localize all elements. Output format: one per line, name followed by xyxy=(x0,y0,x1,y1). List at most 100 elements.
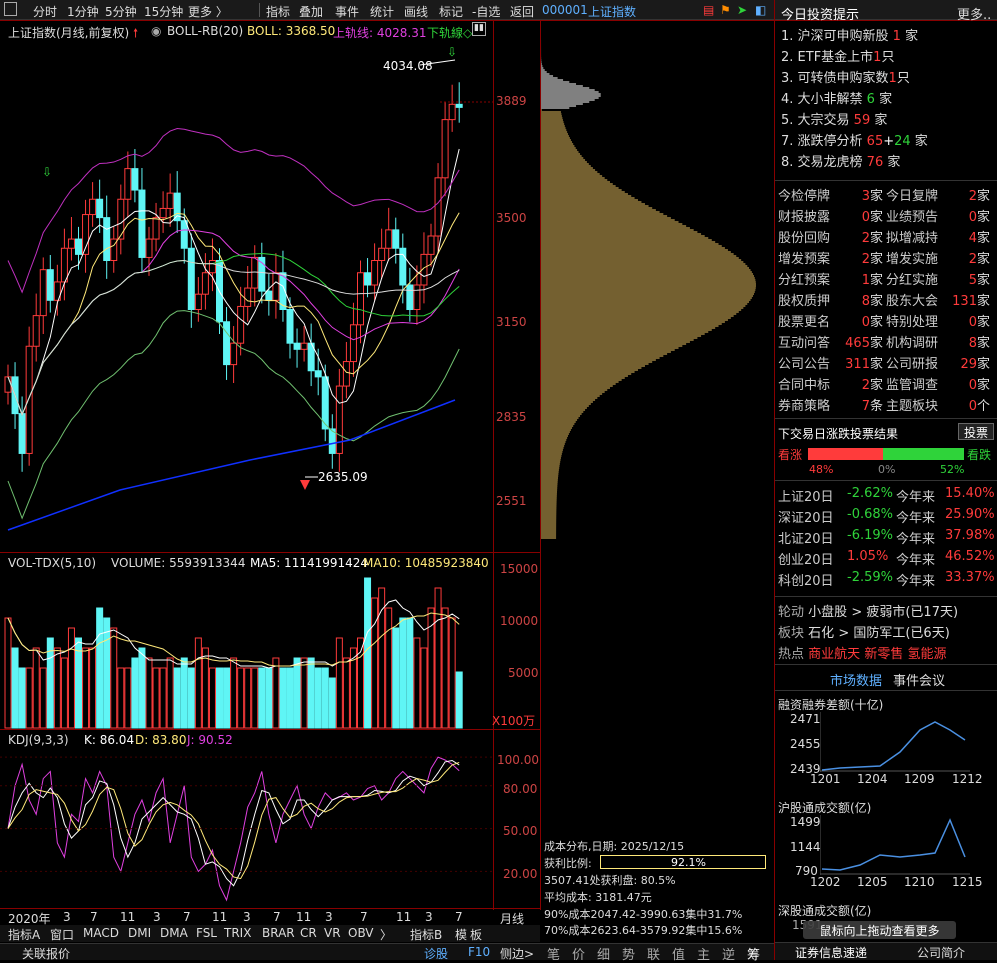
sector-to[interactable]: 国防军工(已6天) xyxy=(853,626,949,641)
event-label[interactable]: 业绩预告 xyxy=(886,206,938,225)
event-label[interactable]: 增发实施 xyxy=(886,248,938,267)
event-label[interactable]: 分红预案 xyxy=(778,269,830,288)
related-quotes[interactable]: 关联报价 xyxy=(22,945,70,962)
event-count[interactable]: 0个 xyxy=(940,395,990,414)
event-label[interactable]: 股权质押 xyxy=(778,290,830,309)
kdj-chart[interactable] xyxy=(0,730,493,908)
tab-more[interactable]: 更多 〉 xyxy=(188,3,228,20)
indicator-tab[interactable]: VR xyxy=(324,926,341,940)
indicator-tab[interactable]: TRIX xyxy=(224,926,251,940)
event-count[interactable]: 8家 xyxy=(833,290,883,309)
tip-item[interactable]: 3. 可转债申购家数1只 xyxy=(781,67,910,86)
indicator-tab[interactable]: FSL xyxy=(196,926,217,940)
event-label[interactable]: 今检停牌 xyxy=(778,185,830,204)
event-label[interactable]: 券商策略 xyxy=(778,395,830,414)
tab-intraday[interactable]: 分时 xyxy=(33,3,57,20)
event-label[interactable]: 增发预案 xyxy=(778,248,830,267)
event-count[interactable]: 131家 xyxy=(940,290,990,309)
event-label[interactable]: 合同中标 xyxy=(778,374,830,393)
indicator-tab[interactable]: DMA xyxy=(160,926,188,940)
side-tab[interactable]: 筹 xyxy=(747,944,760,963)
flag-icon[interactable]: ⚑ xyxy=(720,3,731,17)
event-count[interactable]: 5家 xyxy=(940,269,990,288)
tip-item[interactable]: 1. 沪深可申购新股 1 家 xyxy=(781,25,918,44)
indicator-tab[interactable]: 窗口 xyxy=(50,926,74,943)
f10-link[interactable]: F10 xyxy=(468,945,490,959)
side-tab[interactable]: 主 xyxy=(697,944,710,963)
tab-securities-news[interactable]: 证券信息速递 xyxy=(795,944,867,961)
event-count[interactable]: 465家 xyxy=(833,332,883,351)
tool-mark[interactable]: 标记 xyxy=(439,3,463,20)
event-label[interactable]: 公司公告 xyxy=(778,353,830,372)
tab-event-meeting[interactable]: 事件会议 xyxy=(893,670,945,689)
event-label[interactable]: 股票更名 xyxy=(778,311,830,330)
event-count[interactable]: 0家 xyxy=(940,206,990,225)
indicator-tab[interactable]: BRAR xyxy=(262,926,295,940)
event-count[interactable]: 0家 xyxy=(940,374,990,393)
indicator-tab[interactable]: 板 xyxy=(470,926,482,943)
side-tab[interactable]: 逆 xyxy=(722,944,735,963)
tip-item[interactable]: 8. 交易龙虎榜 76 家 xyxy=(781,151,900,170)
indicator-tab[interactable]: CR xyxy=(300,926,317,940)
event-count[interactable]: 0家 xyxy=(940,311,990,330)
hot-topic[interactable]: 氢能源 xyxy=(907,647,946,662)
event-label[interactable]: 今日复牌 xyxy=(886,185,938,204)
event-label[interactable]: 财报披露 xyxy=(778,206,830,225)
event-label[interactable]: 监管调查 xyxy=(886,374,938,393)
tip-item[interactable]: 4. 大小非解禁 6 家 xyxy=(781,88,892,107)
tab-company-profile[interactable]: 公司简介 xyxy=(917,944,965,961)
sector-from[interactable]: 石化 xyxy=(808,626,834,641)
event-label[interactable]: 分红实施 xyxy=(886,269,938,288)
tab-1min[interactable]: 1分钟 xyxy=(67,3,99,20)
event-label[interactable]: 公司研报 xyxy=(886,353,938,372)
indicator-tab[interactable]: MACD xyxy=(83,926,119,940)
event-label[interactable]: 主题板块 xyxy=(886,395,938,414)
event-label[interactable]: 互动问答 xyxy=(778,332,830,351)
tip-item[interactable]: 2. ETF基金上市1只 xyxy=(781,46,894,65)
indicator-tab[interactable]: 指标A xyxy=(8,926,40,943)
event-label[interactable]: 股东大会 xyxy=(886,290,938,309)
event-count[interactable]: 2家 xyxy=(833,248,883,267)
event-label[interactable]: 股份回购 xyxy=(778,227,830,246)
event-count[interactable]: 2家 xyxy=(940,248,990,267)
event-count[interactable]: 8家 xyxy=(940,332,990,351)
tab-15min[interactable]: 15分钟 xyxy=(144,3,183,20)
event-count[interactable]: 0家 xyxy=(833,206,883,225)
back-button[interactable]: 返回 xyxy=(510,3,534,20)
side-link[interactable]: 侧边> xyxy=(500,945,534,962)
tip-item[interactable]: 7. 涨跌停分析 65+24 家 xyxy=(781,130,928,149)
event-label[interactable]: 机构调研 xyxy=(886,332,938,351)
tool-overlay[interactable]: 叠加 xyxy=(299,3,323,20)
side-tab[interactable]: 势 xyxy=(622,944,635,963)
side-tab[interactable]: 价 xyxy=(572,944,585,963)
event-count[interactable]: 2家 xyxy=(833,374,883,393)
side-tab[interactable]: 值 xyxy=(672,944,685,963)
tab-market-data[interactable]: 市场数据 xyxy=(830,670,882,689)
tip-item[interactable]: 5. 大宗交易 59 家 xyxy=(781,109,887,128)
event-count[interactable]: 1家 xyxy=(833,269,883,288)
indicator-tab[interactable]: 指标B xyxy=(410,926,442,943)
tool-draw[interactable]: 画线 xyxy=(404,3,428,20)
event-count[interactable]: 2家 xyxy=(833,227,883,246)
tool-watchlist[interactable]: -自选 xyxy=(472,3,500,20)
info-icon[interactable]: ◧ xyxy=(755,3,766,17)
tool-stats[interactable]: 统计 xyxy=(370,3,394,20)
panel-toggle-icon[interactable] xyxy=(4,2,17,16)
rotation-style[interactable]: 小盘股 xyxy=(808,605,847,620)
indicator-tab[interactable]: 〉 xyxy=(380,926,392,943)
event-label[interactable]: 拟增减持 xyxy=(886,227,938,246)
f10-icon[interactable]: ▤ xyxy=(703,3,714,17)
indicator-tab[interactable]: DMI xyxy=(128,926,151,940)
diagnose-link[interactable]: 诊股 xyxy=(424,945,448,962)
event-count[interactable]: 29家 xyxy=(940,353,990,372)
event-count[interactable]: 0家 xyxy=(833,311,883,330)
hot-topic[interactable]: 新零售 xyxy=(864,647,903,662)
vote-button[interactable]: 投票 xyxy=(958,423,994,440)
side-tab[interactable]: 联 xyxy=(647,944,660,963)
side-tab[interactable]: 细 xyxy=(597,944,610,963)
event-count[interactable]: 4家 xyxy=(940,227,990,246)
tool-events[interactable]: 事件 xyxy=(335,3,359,20)
indicator-tab[interactable]: OBV xyxy=(348,926,374,940)
event-count[interactable]: 2家 xyxy=(940,185,990,204)
volume-chart[interactable] xyxy=(0,553,493,729)
